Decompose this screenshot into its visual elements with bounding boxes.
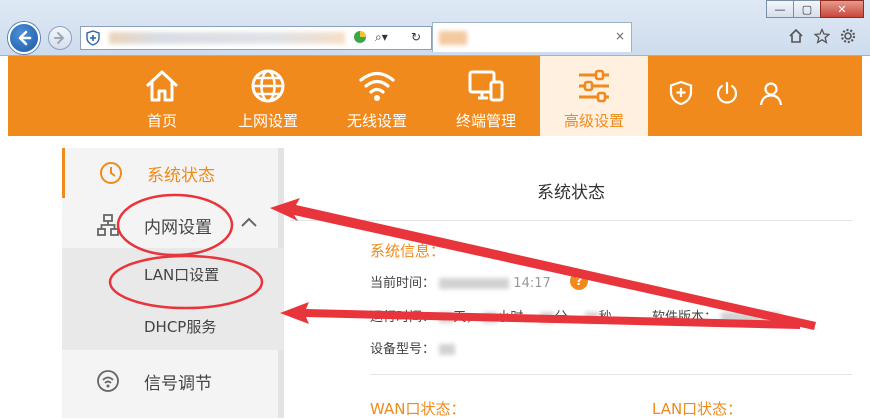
blurred-value — [483, 312, 498, 323]
device-model-row: 设备型号： — [370, 338, 456, 357]
user-icon[interactable] — [758, 80, 784, 106]
lan-status-title: LAN口状态： — [652, 400, 743, 418]
sidebar-item-label: 内网设置 — [144, 218, 212, 238]
address-bar[interactable]: ⌕▾ ↻ — [80, 26, 432, 50]
refresh-icon[interactable]: ↻ — [411, 30, 421, 44]
uptime-row: 运行时间： 天， 小时， 分， 秒 — [370, 306, 612, 325]
uptime-sec-unit: 秒 — [598, 310, 612, 325]
page-icon — [353, 30, 367, 47]
wan-status-title: WAN口状态： — [370, 400, 466, 418]
forward-button[interactable] — [48, 26, 72, 50]
shield-icon[interactable] — [668, 80, 694, 106]
nav-label: 上网设置 — [237, 112, 298, 130]
window-controls: — ▢ ✕ — [766, 0, 864, 18]
tab-close-icon[interactable]: × — [615, 29, 625, 43]
home-icon — [145, 70, 179, 102]
current-time-date-blurred — [439, 278, 510, 289]
home-icon[interactable] — [788, 28, 804, 44]
current-time-row: 当前时间： 14:17 — [370, 272, 551, 291]
power-icon[interactable] — [714, 80, 740, 106]
sidebar-item-label: 信号调节 — [144, 374, 212, 394]
clock-icon — [100, 162, 122, 184]
device-model-label: 设备型号： — [370, 342, 436, 357]
star-icon[interactable] — [814, 28, 830, 44]
globe-icon — [251, 69, 285, 103]
sliders-icon — [579, 69, 609, 103]
divider — [370, 374, 852, 375]
browser-tab[interactable]: × — [432, 22, 632, 52]
tab-favicon-blurred — [439, 31, 467, 45]
gear-icon[interactable] — [840, 28, 856, 44]
uptime-min-unit: 分， — [554, 310, 581, 325]
sidebar-item-lan-settings[interactable]: 内网设置 — [62, 200, 284, 250]
shield-plus-icon — [86, 30, 100, 46]
sidebar-subitem-dhcp[interactable]: DHCP服务 — [144, 316, 216, 337]
main-panel: 系统状态 系统信息： 当前时间： 14:17 ? 运行时间： 天， 小时， 分，… — [290, 148, 852, 418]
sidebar-item-system-status[interactable]: 系统状态 — [62, 148, 284, 198]
divider — [290, 220, 852, 221]
browser-chrome: — ▢ ✕ ⌕▾ ↻ × — [0, 0, 870, 56]
minimize-button[interactable]: — — [766, 0, 794, 18]
sidebar: 系统状态 内网设置 LAN口设置 DHCP服务 信号调节 — [62, 148, 284, 418]
devices-icon — [468, 70, 504, 102]
nav-advanced-settings[interactable]: 高级设置 — [540, 56, 648, 136]
software-version-label: 软件版本： — [652, 310, 718, 325]
address-url-blurred — [109, 32, 345, 44]
current-time-label: 当前时间： — [370, 276, 436, 291]
close-window-button[interactable]: ✕ — [820, 0, 864, 18]
arrow-right-icon — [54, 32, 65, 44]
blurred-value — [439, 344, 456, 355]
sidebar-submenu: LAN口设置 DHCP服务 — [62, 248, 284, 350]
sidebar-item-label: 系统状态 — [147, 166, 215, 186]
nav-label: 首页 — [146, 112, 177, 130]
blurred-value — [540, 312, 555, 323]
software-version-row: 软件版本： — [652, 306, 782, 325]
arrow-left-icon — [18, 30, 32, 46]
router-header: 首页 上网设置 无线设置 终端管理 高级设置 — [8, 56, 862, 136]
back-button[interactable] — [8, 22, 40, 54]
wifi-icon — [359, 71, 395, 101]
nav-label: 无线设置 — [346, 112, 407, 130]
uptime-label: 运行时间： — [370, 310, 436, 325]
uptime-day-unit: 天， — [453, 310, 480, 325]
signal-icon — [97, 370, 119, 392]
nav-internet-settings[interactable]: 上网设置 — [214, 56, 322, 136]
help-icon[interactable]: ? — [570, 272, 588, 290]
maximize-button[interactable]: ▢ — [793, 0, 821, 18]
system-info-title: 系统信息： — [370, 242, 446, 260]
nav-label: 高级设置 — [563, 112, 624, 130]
search-icon[interactable]: ⌕▾ — [375, 30, 388, 45]
nav-terminal-management[interactable]: 终端管理 — [432, 56, 540, 136]
page-title: 系统状态 — [537, 183, 605, 203]
nav-home[interactable]: 首页 — [108, 56, 216, 136]
chevron-up-icon[interactable] — [240, 216, 258, 228]
uptime-hour-unit: 小时， — [497, 310, 537, 325]
browser-toolbar-icons — [788, 28, 856, 44]
nav-label: 终端管理 — [455, 112, 516, 130]
blurred-value — [584, 312, 599, 323]
blurred-value — [721, 312, 782, 323]
sidebar-subitem-lan-port[interactable]: LAN口设置 — [144, 264, 219, 285]
nav-wireless-settings[interactable]: 无线设置 — [323, 56, 431, 136]
sidebar-item-signal-adjust[interactable]: 信号调节 — [62, 356, 284, 406]
current-time-value: 14:17 — [513, 276, 551, 291]
blurred-value — [439, 312, 454, 323]
network-icon — [97, 214, 119, 236]
